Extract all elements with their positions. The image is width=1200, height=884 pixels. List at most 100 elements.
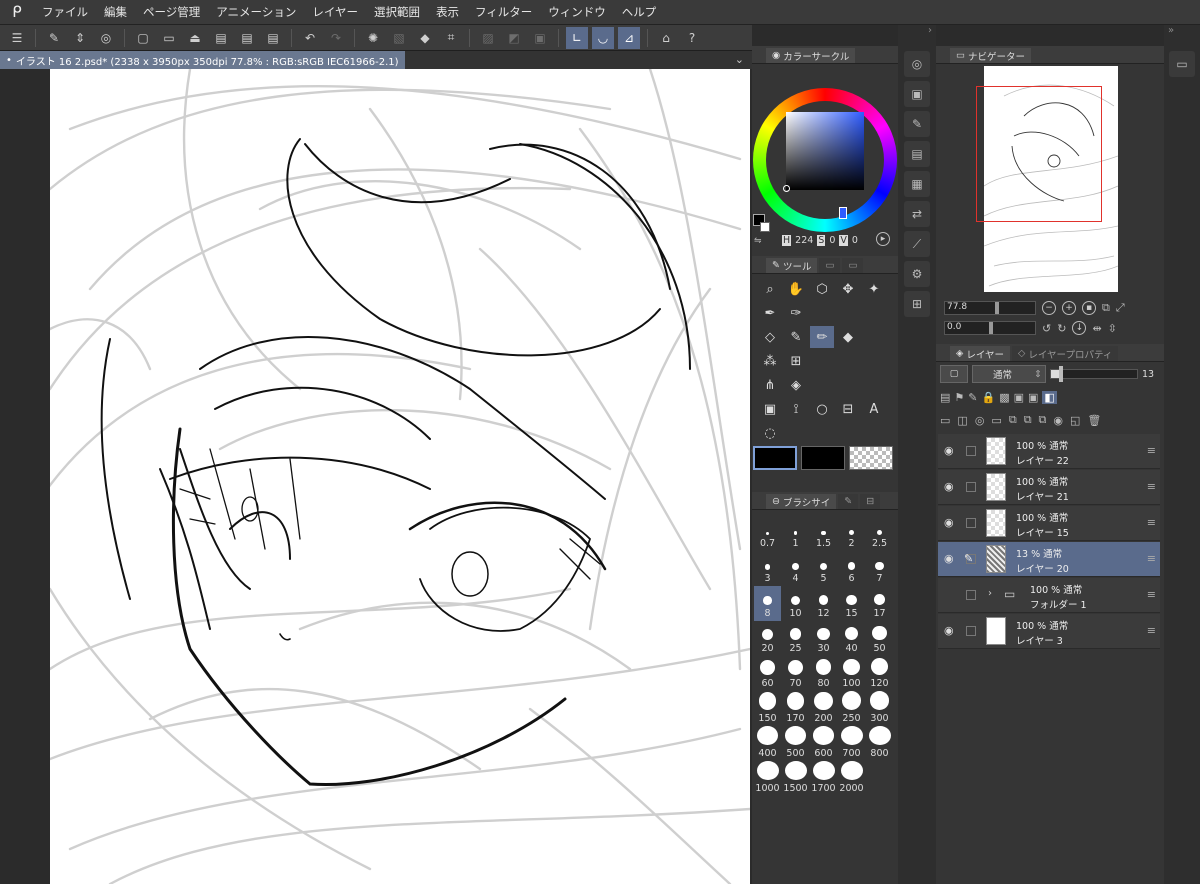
layer-strip-icon[interactable]: ▤ bbox=[904, 141, 930, 167]
zoom-tool-icon[interactable]: ⌕ bbox=[758, 278, 782, 300]
edit-icon[interactable]: ✎ bbox=[43, 27, 65, 49]
visibility-eye-icon[interactable]: ◉ bbox=[944, 624, 954, 637]
layer-menu-icon[interactable]: ≡ bbox=[1147, 480, 1156, 493]
lock-icon[interactable]: 🔒 bbox=[982, 391, 996, 404]
history-strip-icon[interactable]: ⇄ bbox=[904, 201, 930, 227]
filmstrip-icon[interactable]: ▦ bbox=[904, 171, 930, 197]
brush-size-option[interactable]: 1500 bbox=[782, 761, 809, 796]
brush-size-option[interactable]: 500 bbox=[782, 726, 809, 761]
auto-select-tool-icon[interactable]: ✦ bbox=[862, 278, 886, 300]
brush-size-option[interactable]: 70 bbox=[782, 656, 809, 691]
3d-object-tool-icon[interactable]: ⬡ bbox=[810, 278, 834, 300]
figure-tool-icon[interactable]: ○ bbox=[810, 398, 834, 420]
brush-size-option[interactable]: 6 bbox=[838, 551, 865, 586]
new-folder-icon[interactable]: ▭ bbox=[991, 414, 1001, 427]
pen-tool-icon[interactable]: ✑ bbox=[784, 302, 808, 324]
collapse-right-icon[interactable]: » bbox=[1164, 25, 1200, 47]
new-vector-layer-icon[interactable]: ◫ bbox=[957, 414, 967, 427]
delete-layer-icon[interactable]: 🗑 bbox=[1087, 414, 1101, 427]
brush-size-option[interactable]: 60 bbox=[754, 656, 781, 691]
layer-menu-icon[interactable]: ≡ bbox=[1147, 552, 1156, 565]
menu-selection[interactable]: 選択範囲 bbox=[366, 4, 428, 20]
brush-size-option[interactable]: 600 bbox=[810, 726, 837, 761]
brush-size-option[interactable]: 3 bbox=[754, 551, 781, 586]
layer-row[interactable]: › ▭ 100 % 通常 フォルダー 1 ≡ bbox=[938, 578, 1160, 613]
navigator-strip-icon[interactable]: ◎ bbox=[904, 51, 930, 77]
menu-filter[interactable]: フィルター bbox=[467, 4, 540, 20]
brush-size-option[interactable]: 17 bbox=[866, 586, 893, 621]
saturation-value-square[interactable] bbox=[786, 112, 864, 190]
draft-layer-icon[interactable]: ✎ bbox=[968, 391, 977, 404]
layer-row[interactable]: ◉ ✎ 13 % 通常 レイヤー 20 ≡ bbox=[938, 542, 1160, 577]
visibility-eye-icon[interactable]: ◉ bbox=[944, 480, 954, 493]
transform-icon[interactable]: ⌗ bbox=[440, 27, 462, 49]
brush-size-option[interactable]: 7 bbox=[866, 551, 893, 586]
brush-size-option[interactable]: 200 bbox=[810, 691, 837, 726]
balloon-tool-icon[interactable]: ◌ bbox=[758, 422, 782, 444]
brush-size-option[interactable]: 170 bbox=[782, 691, 809, 726]
navigator-viewport-frame[interactable] bbox=[976, 86, 1102, 222]
document-tab[interactable]: • イラスト 16 2.psd* (2338 x 3950px 350dpi 7… bbox=[0, 51, 405, 69]
clear-icon[interactable]: ▧ bbox=[388, 27, 410, 49]
brush-size-option[interactable]: 25 bbox=[782, 621, 809, 656]
visibility-eye-icon[interactable]: ◉ bbox=[944, 444, 954, 457]
tab-tool[interactable]: ✎ ツール bbox=[766, 258, 818, 273]
tab-layer-property[interactable]: ◇ レイヤープロパティ bbox=[1012, 346, 1119, 361]
rotate-right-icon[interactable]: ↻ bbox=[1057, 322, 1066, 335]
layer-menu-icon[interactable]: ≡ bbox=[1147, 624, 1156, 637]
reference-layer-icon[interactable]: ⚑ bbox=[954, 391, 964, 404]
bucket-tool-icon[interactable]: ◈ bbox=[784, 374, 808, 396]
rotation-field[interactable]: 0.0 bbox=[944, 321, 1036, 335]
eyedropper-tool-icon[interactable]: ✒ bbox=[758, 302, 782, 324]
fit-window-icon[interactable]: ⤢ bbox=[1116, 301, 1125, 315]
brush-size-option[interactable]: 100 bbox=[838, 656, 865, 691]
layer-lock-checkbox[interactable] bbox=[966, 482, 976, 492]
copy-layer-icon[interactable]: ⧉ bbox=[1039, 413, 1047, 427]
move-tool-icon[interactable]: ✥ bbox=[836, 278, 860, 300]
ruler-tool-icon[interactable]: ⟟ bbox=[784, 398, 808, 420]
layer-color-toggle[interactable]: ▢ bbox=[940, 365, 968, 383]
tab-tool-2[interactable]: ▭ bbox=[819, 258, 841, 273]
brush-size-option[interactable]: 20 bbox=[754, 621, 781, 656]
menu-animation[interactable]: アニメーション bbox=[208, 4, 304, 20]
tab-layer[interactable]: ◈ レイヤー bbox=[950, 346, 1011, 361]
layer-lock-checkbox[interactable] bbox=[966, 626, 976, 636]
export-jpg-icon[interactable]: ▤ bbox=[210, 27, 232, 49]
brush-size-option[interactable]: 2.5 bbox=[866, 516, 893, 551]
brush-size-option[interactable]: 15 bbox=[838, 586, 865, 621]
brush-size-option[interactable]: 10 bbox=[782, 586, 809, 621]
hand-tool-icon[interactable]: ✋ bbox=[784, 278, 808, 300]
sub-color-swatch[interactable] bbox=[760, 222, 770, 232]
selection-border-icon[interactable]: ▣ bbox=[529, 27, 551, 49]
invert-selection-icon[interactable]: ◩ bbox=[503, 27, 525, 49]
apply-mask-icon[interactable]: ◱ bbox=[1070, 414, 1080, 427]
layer-row[interactable]: ◉ 100 % 通常 レイヤー 3 ≡ bbox=[938, 614, 1160, 649]
pencil-tool-icon[interactable]: ✎ bbox=[784, 326, 808, 348]
navigator-preview[interactable] bbox=[976, 66, 1119, 292]
layer-row[interactable]: ◉ 100 % 通常 レイヤー 15 ≡ bbox=[938, 506, 1160, 541]
swirl-icon[interactable]: ◎ bbox=[95, 27, 117, 49]
tab-tool-3[interactable]: ▭ bbox=[842, 258, 864, 273]
brush-size-option[interactable]: 40 bbox=[838, 621, 865, 656]
fill-tool-icon[interactable]: ◆ bbox=[836, 326, 860, 348]
ruler-strip-icon[interactable]: ⟋ bbox=[904, 231, 930, 257]
value-value[interactable]: 0 bbox=[852, 235, 858, 246]
menu-view[interactable]: 表示 bbox=[428, 4, 467, 20]
export-png-icon[interactable]: ▤ bbox=[236, 27, 258, 49]
visibility-eye-icon[interactable]: ◉ bbox=[944, 552, 954, 565]
flip-vertical-icon[interactable]: ⇳ bbox=[1108, 322, 1117, 335]
layer-lock-checkbox[interactable] bbox=[966, 590, 976, 600]
frame-tool-icon[interactable]: ⊟ bbox=[836, 398, 860, 420]
hue-ring[interactable] bbox=[753, 88, 899, 233]
zoom-in-icon[interactable]: + bbox=[1062, 301, 1076, 315]
collapse-icon[interactable]: › bbox=[898, 25, 936, 47]
hamburger-icon[interactable]: ☰ bbox=[6, 27, 28, 49]
tab-brush-size[interactable]: ⊖ ブラシサイ bbox=[766, 494, 837, 509]
drawing-canvas[interactable] bbox=[50, 69, 750, 884]
layer-color-icon[interactable]: ◧ bbox=[1042, 390, 1057, 404]
brush-size-option[interactable]: 300 bbox=[866, 691, 893, 726]
brush-size-option[interactable]: 8 bbox=[754, 586, 781, 621]
merge-down-icon[interactable]: ⧉ bbox=[1024, 413, 1032, 427]
grid-strip-icon[interactable]: ⊞ bbox=[904, 291, 930, 317]
brush-size-option[interactable]: 1 bbox=[782, 516, 809, 551]
